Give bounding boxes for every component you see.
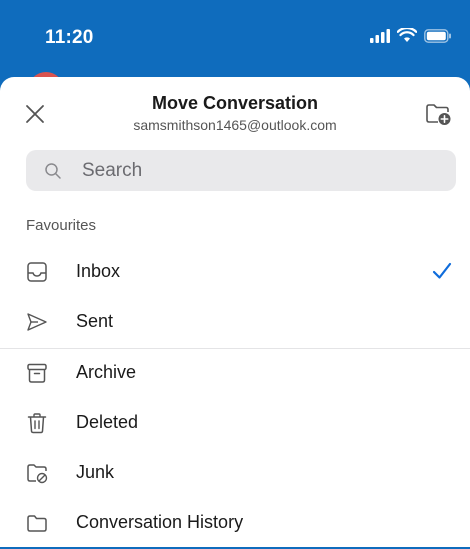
checkmark-icon: [432, 262, 452, 279]
folder-row-sent[interactable]: Sent: [0, 298, 470, 348]
search-icon: [45, 163, 61, 179]
sheet-title: Move Conversation: [151, 93, 319, 113]
status-time: 11:20: [45, 27, 94, 48]
archive-icon: [27, 363, 47, 383]
cellular-signal-icon: [370, 28, 390, 43]
new-folder-icon[interactable]: [424, 101, 452, 127]
folder-row-junk[interactable]: Junk: [0, 449, 470, 499]
favourites-heading: Favourites: [26, 217, 97, 234]
folder-label-junk: Junk: [76, 462, 115, 482]
folder-label-conversation-history: Conversation History: [76, 512, 244, 532]
junk-folder-icon: [27, 464, 48, 484]
search-input[interactable]: Search: [82, 150, 142, 191]
folder-label-sent: Sent: [76, 311, 114, 331]
status-icons: [370, 28, 452, 43]
folder-row-deleted[interactable]: Deleted: [0, 399, 470, 449]
wifi-icon: [397, 28, 417, 42]
folder-icon: [27, 515, 47, 532]
search-bar[interactable]: Search: [26, 150, 456, 191]
inbox-icon: [27, 262, 47, 282]
battery-icon: [424, 28, 451, 43]
folder-label-deleted: Deleted: [76, 412, 139, 432]
folder-label-inbox: Inbox: [76, 261, 121, 281]
folder-row-archive[interactable]: Archive: [0, 349, 470, 399]
folder-label-archive: Archive: [76, 362, 137, 382]
trash-icon: [27, 413, 47, 434]
send-icon: [27, 313, 47, 331]
folder-row-conversation-history[interactable]: Conversation History: [0, 499, 470, 549]
sheet-header: Move Conversation samsmithson1465@outloo…: [0, 77, 470, 143]
status-bar: 11:20: [0, 0, 470, 80]
folder-row-inbox[interactable]: Inbox: [0, 248, 470, 298]
move-conversation-sheet: Move Conversation samsmithson1465@outloo…: [0, 77, 470, 547]
account-email: samsmithson1465@outlook.com: [133, 117, 337, 133]
